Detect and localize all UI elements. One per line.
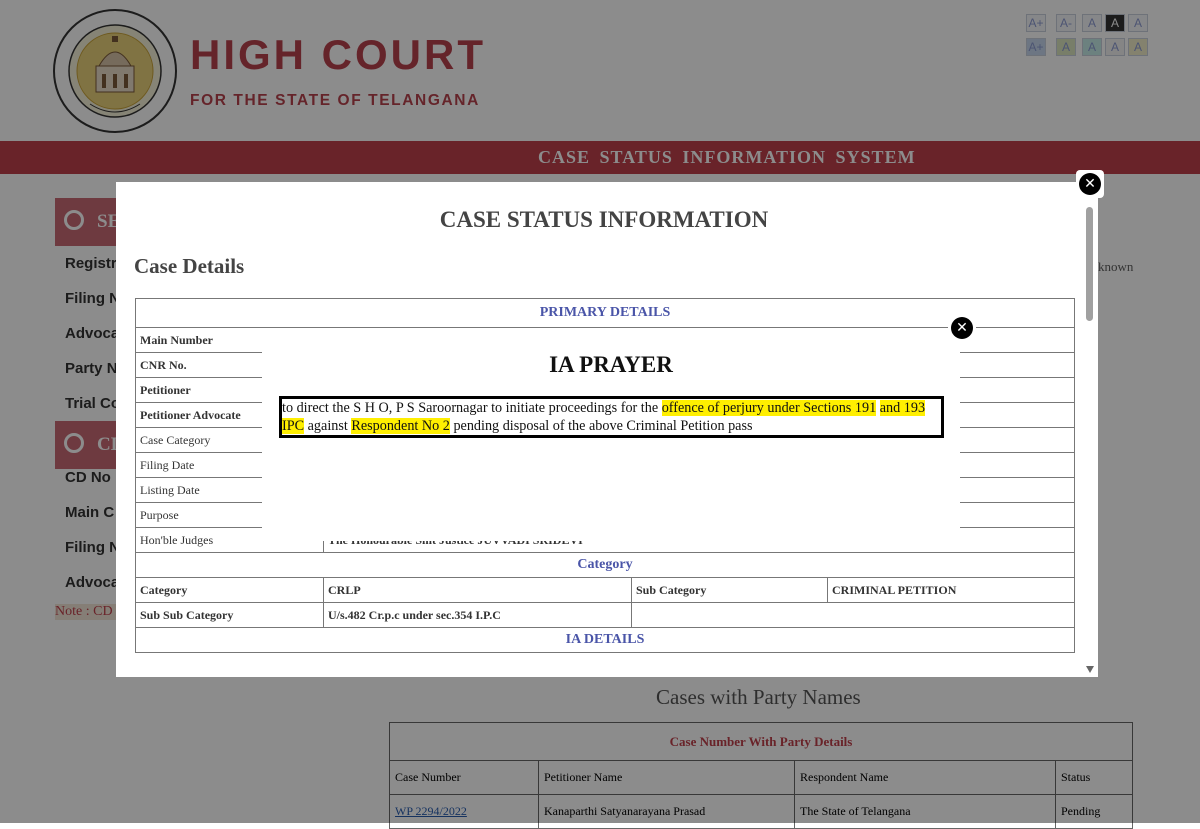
ia-details-header: IA DETAILS: [135, 627, 1075, 653]
close-icon: ✕: [1084, 176, 1096, 192]
ia-prayer-text: to direct the S H O, P S Saroornagar to …: [279, 396, 944, 438]
category-header: Category: [135, 552, 1075, 578]
scroll-down-arrow-icon[interactable]: [1086, 666, 1094, 673]
sub-sub-category-value: U/s.482 Cr.p.c under sec.354 I.P.C: [323, 602, 632, 628]
case-details-heading: Case Details: [134, 254, 245, 278]
highlight-perjury: offence of perjury under Sections 191: [661, 400, 877, 416]
side-text: known: [1098, 259, 1134, 274]
highlight-respondent: Respondent No 2: [351, 418, 450, 434]
ia-prayer-title: IA PRAYER: [549, 352, 673, 377]
ia-prayer-dialog: IA PRAYER to direct the S H O, P S Saroo…: [262, 328, 960, 541]
close-dialog-button[interactable]: ✕: [951, 317, 973, 339]
primary-details-header: PRIMARY DETAILS: [135, 298, 1075, 328]
close-modal-button[interactable]: ✕: [1079, 173, 1101, 195]
label-sub-sub-category: Sub Sub Category: [135, 602, 324, 628]
label-category: Category: [135, 577, 324, 603]
label-sub-category: Sub Category: [631, 577, 828, 603]
case-status-title: CASE STATUS INFORMATION: [439, 207, 769, 232]
category-value: CRLP: [323, 577, 632, 603]
sub-category-value: CRIMINAL PETITION: [827, 577, 1075, 603]
close-icon: ✕: [956, 320, 968, 336]
scrollbar-thumb[interactable]: [1086, 207, 1093, 321]
